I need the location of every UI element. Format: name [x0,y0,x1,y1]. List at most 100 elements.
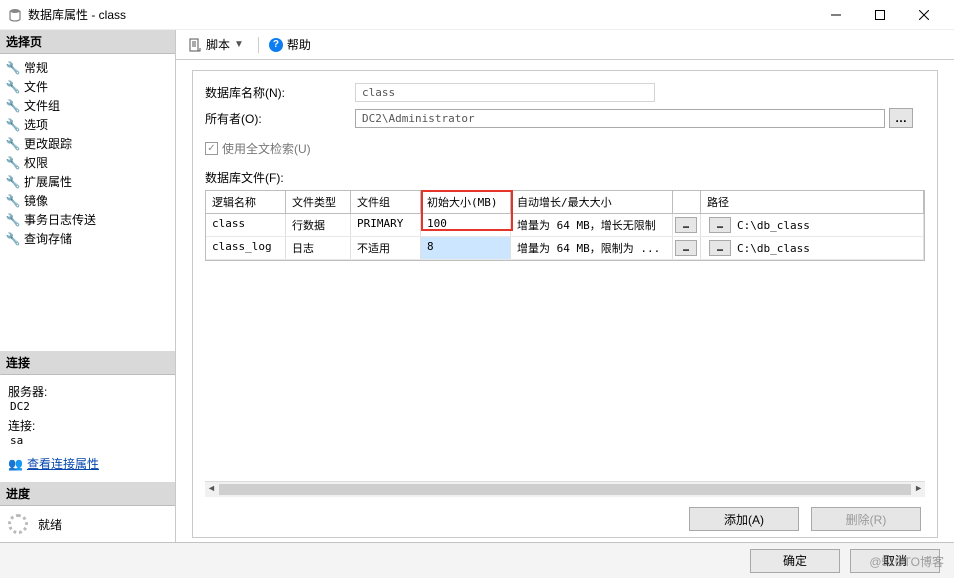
nav-label: 查询存储 [24,230,72,247]
horizontal-scrollbar[interactable] [205,481,925,497]
select-page-header: 选择页 [0,30,175,54]
help-button[interactable]: ? 帮助 [269,36,311,53]
ok-button[interactable]: 确定 [750,549,840,573]
nav-label: 文件 [24,78,48,95]
nav-item-options[interactable]: 🔧 选项 [6,115,175,134]
path-browse-button[interactable]: … [709,217,731,233]
wrench-icon: 🔧 [6,175,20,189]
ok-button-label: 确定 [783,552,807,569]
dialog-footer: 确定 取消 [0,542,954,578]
cell-filegroup[interactable]: 不适用 [351,237,421,259]
dropdown-arrow-icon: ▼ [234,39,244,50]
nav-label: 扩展属性 [24,173,72,190]
nav-label: 更改跟踪 [24,135,72,152]
window-title: 数据库属性 - class [28,6,814,23]
cell-file-type[interactable]: 日志 [286,237,351,259]
cancel-button[interactable]: 取消 [850,549,940,573]
add-button[interactable]: 添加(A) [689,507,799,531]
help-label: 帮助 [287,36,311,53]
nav-label: 选项 [24,116,48,133]
toolbar: 脚本 ▼ ? 帮助 [176,30,954,60]
progress-status: 就绪 [38,516,62,533]
conn-label: 连接: [8,417,167,434]
sidebar: 选择页 🔧 常规 🔧 文件 🔧 文件组 🔧 选项 🔧 更改跟踪 🔧 权限 🔧 扩展属性 🔧 镜像… [0,30,176,542]
path-browse-button[interactable]: … [709,240,731,256]
main-panel: 脚本 ▼ ? 帮助 数据库名称(N): class 所有者(O): DC2\Ad… [176,30,954,542]
checkbox-icon: ✓ [205,142,218,155]
col-autogrow[interactable]: 自动增长/最大大小 [511,191,673,213]
nav-label: 常规 [24,59,48,76]
cell-autogrow[interactable]: 增量为 64 MB，限制为 ... [511,237,673,259]
col-init-size[interactable]: 初始大小(MB) [421,191,511,213]
nav-item-mirroring[interactable]: 🔧 镜像 [6,191,175,210]
grid-row[interactable]: class 行数据 PRIMARY 100 增量为 64 MB，增长无限制 … … [206,214,924,237]
cancel-button-label: 取消 [883,552,907,569]
wrench-icon: 🔧 [6,194,20,208]
wrench-icon: 🔧 [6,61,20,75]
nav-label: 文件组 [24,97,60,114]
fulltext-label: 使用全文检索(U) [222,140,311,157]
conn-value: sa [10,434,167,447]
col-filegroup[interactable]: 文件组 [351,191,421,213]
cell-file-type[interactable]: 行数据 [286,214,351,236]
db-name-field: class [355,83,655,102]
db-name-label: 数据库名称(N): [205,84,355,101]
nav-label: 权限 [24,154,48,171]
cell-path[interactable]: C:\db_class [737,219,810,232]
script-button[interactable]: 脚本 ▼ [184,34,248,55]
nav-item-general[interactable]: 🔧 常规 [6,58,175,77]
nav-item-logshipping[interactable]: 🔧事务日志传送 [6,210,175,229]
nav-label: 事务日志传送 [24,211,96,228]
help-icon: ? [269,38,283,52]
nav-item-filegroups[interactable]: 🔧 文件组 [6,96,175,115]
wrench-icon: 🔧 [6,156,20,170]
toolbar-divider [258,37,259,53]
col-logical-name[interactable]: 逻辑名称 [206,191,286,213]
title-bar: 数据库属性 - class [0,0,954,30]
files-grid[interactable]: 逻辑名称 文件类型 文件组 初始大小(MB) 自动增长/最大大小 路径 clas… [205,190,925,261]
close-button[interactable] [902,1,946,29]
cell-logical-name[interactable]: class [206,214,286,236]
wrench-icon: 🔧 [6,99,20,113]
nav-item-changetracking[interactable]: 🔧 更改跟踪 [6,134,175,153]
cell-filegroup[interactable]: PRIMARY [351,214,421,236]
wrench-icon: 🔧 [6,80,20,94]
nav-list: 🔧常规 🔧文件 🔧文件组 🔧选项 🔧更改跟踪 🔧权限 🔧扩展属性 🔧镜像 🔧事务… [0,54,175,258]
script-icon [188,38,202,52]
owner-browse-button[interactable]: … [889,108,913,128]
server-label: 服务器: [8,383,167,400]
progress-header: 进度 [0,482,175,506]
grid-header: 逻辑名称 文件类型 文件组 初始大小(MB) 自动增长/最大大小 路径 [206,191,924,214]
delete-button-label: 删除(R) [846,511,887,528]
server-value: DC2 [10,400,167,413]
view-connection-props-link[interactable]: 查看连接属性 [27,455,99,472]
add-button-label: 添加(A) [724,511,764,528]
wrench-icon: 🔧 [6,232,20,246]
nav-item-extendedprops[interactable]: 🔧 扩展属性 [6,172,175,191]
cell-path[interactable]: C:\db_class [737,242,810,255]
progress-spinner-icon [8,514,28,534]
connection-header: 连接 [0,351,175,375]
cell-init-size[interactable]: 8 [421,237,511,259]
col-file-type[interactable]: 文件类型 [286,191,351,213]
people-icon: 👥 [8,457,23,471]
nav-item-files[interactable]: 🔧 文件 [6,77,175,96]
minimize-button[interactable] [814,1,858,29]
wrench-icon: 🔧 [6,118,20,132]
nav-label: 镜像 [24,192,48,209]
maximize-button[interactable] [858,1,902,29]
col-path[interactable]: 路径 [701,191,924,213]
owner-field[interactable]: DC2\Administrator [355,109,885,128]
nav-item-querystore[interactable]: 🔧 查询存储 [6,229,175,248]
grid-row[interactable]: class_log 日志 不适用 8 增量为 64 MB，限制为 ... … …… [206,237,924,260]
wrench-icon: 🔧 [6,137,20,151]
nav-item-permissions[interactable]: 🔧 权限 [6,153,175,172]
cell-autogrow[interactable]: 增量为 64 MB，增长无限制 [511,214,673,236]
delete-button[interactable]: 删除(R) [811,507,921,531]
script-label: 脚本 [206,36,230,53]
autogrow-edit-button[interactable]: … [675,240,697,256]
cell-init-size[interactable]: 100 [421,214,511,236]
autogrow-edit-button[interactable]: … [675,217,697,233]
cell-logical-name[interactable]: class_log [206,237,286,259]
fulltext-checkbox: ✓ 使用全文检索(U) [205,140,925,157]
